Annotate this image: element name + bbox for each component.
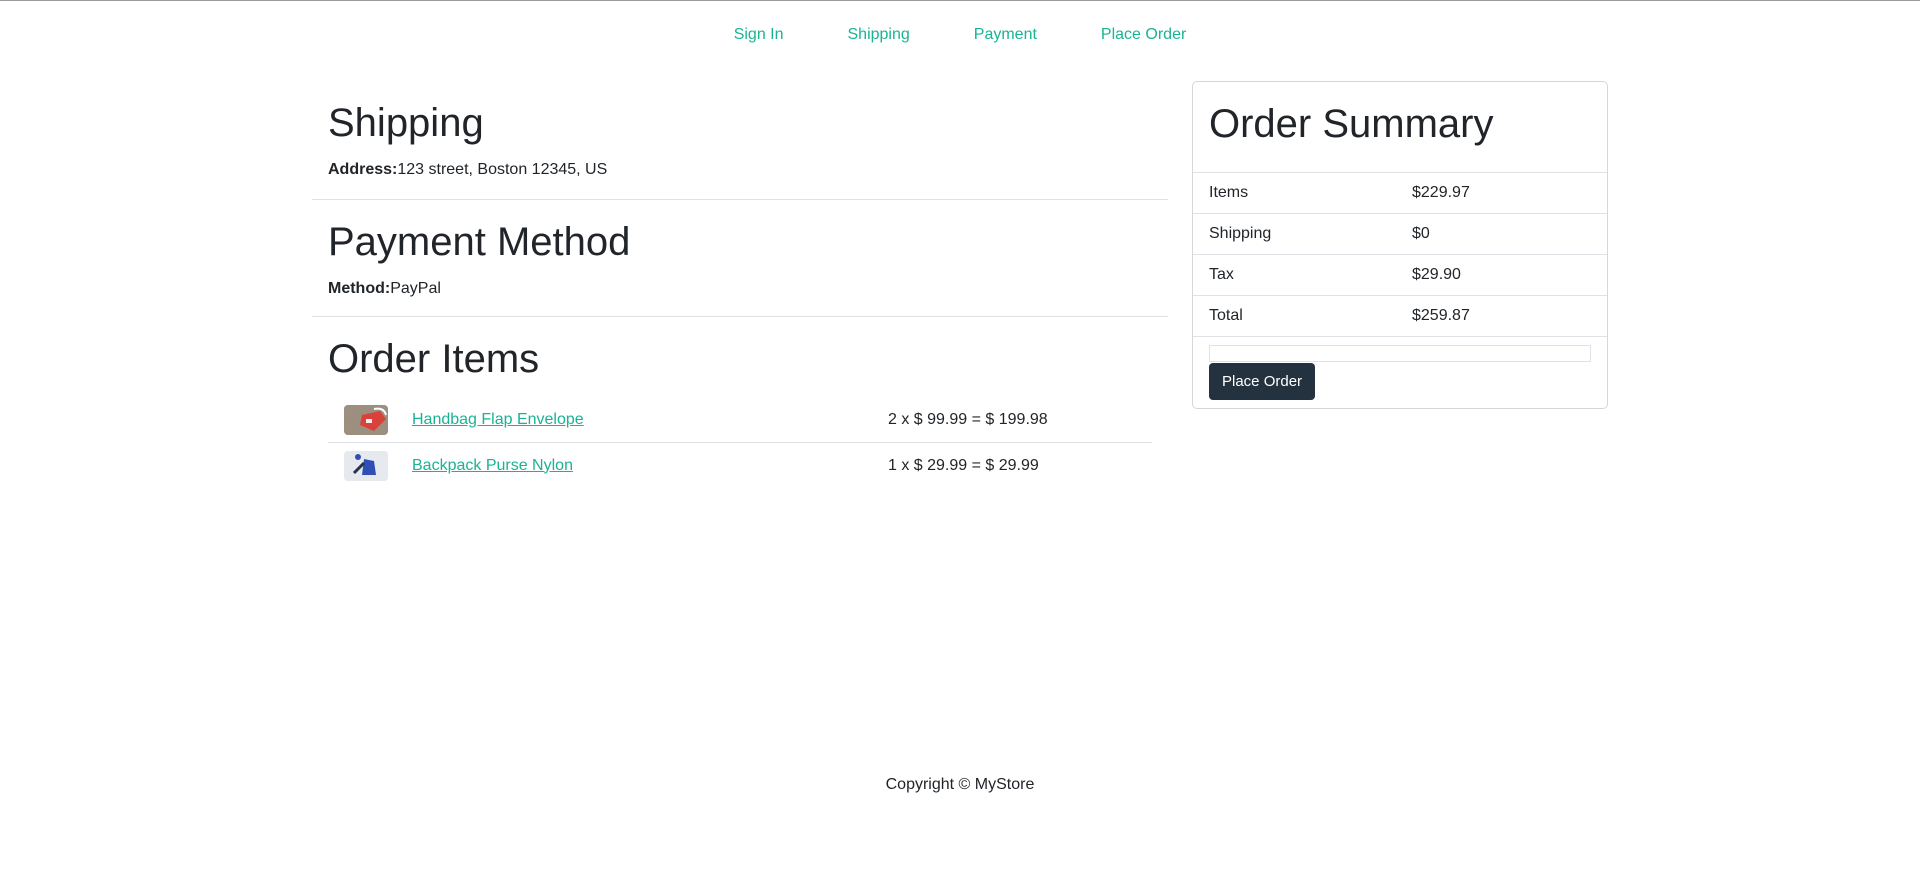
summary-label: Tax	[1209, 266, 1234, 283]
product-thumbnail	[344, 450, 388, 481]
summary-label: Items	[1209, 184, 1249, 201]
summary-value: $29.90	[1412, 266, 1461, 283]
place-order-button[interactable]: Place Order	[1209, 363, 1316, 400]
summary-row-shipping: Shipping $0	[1193, 213, 1607, 254]
address-value: 123 street, Boston 12345, US	[397, 161, 608, 178]
product-thumbnail	[344, 404, 388, 435]
address-label: Address:	[328, 161, 398, 178]
step-shipping[interactable]: Shipping	[848, 26, 910, 44]
order-items-section: Order Items	[312, 335, 1168, 383]
item-price-line: 1 x $ 29.99 = $ 29.99	[888, 456, 1039, 474]
order-summary-card: Order Summary Items $229.97 Shipping $0 …	[1192, 81, 1608, 409]
list-item: Handbag Flap Envelope 2 x $ 99.99 = $ 19…	[328, 397, 1152, 443]
summary-label: Shipping	[1209, 225, 1272, 242]
section-divider	[312, 316, 1168, 317]
top-border	[0, 0, 1920, 1]
section-divider	[312, 199, 1168, 200]
order-items-title: Order Items	[328, 337, 540, 381]
item-name-link[interactable]: Backpack Purse Nylon	[412, 457, 888, 475]
summary-label: Total	[1209, 307, 1243, 324]
summary-row-tax: Tax $29.90	[1193, 254, 1607, 295]
summary-value: $229.97	[1412, 184, 1470, 201]
step-place-order[interactable]: Place Order	[1101, 26, 1186, 44]
order-items-list: Handbag Flap Envelope 2 x $ 99.99 = $ 19…	[328, 397, 1152, 488]
item-price-line: 2 x $ 99.99 = $ 199.98	[888, 410, 1048, 428]
method-value: PayPal	[390, 280, 441, 297]
order-summary-title: Order Summary	[1209, 102, 1494, 146]
payment-title: Payment Method	[328, 220, 631, 264]
shipping-section: Shipping Address:123 street, Boston 1234…	[312, 99, 1168, 179]
error-message-box	[1209, 345, 1591, 362]
payment-method: Method:PayPal	[328, 280, 1152, 298]
summary-value: $0	[1412, 225, 1430, 242]
shipping-address: Address:123 street, Boston 12345, US	[328, 161, 1152, 179]
checkout-steps: Sign In Shipping Payment Place Order	[0, 26, 1920, 44]
footer: Copyright © MyStore	[0, 776, 1920, 794]
summary-row-items: Items $229.97	[1193, 172, 1607, 213]
summary-row-total: Total $259.87	[1193, 295, 1607, 336]
order-details: Shipping Address:123 street, Boston 1234…	[312, 81, 1168, 488]
item-name-link[interactable]: Handbag Flap Envelope	[412, 411, 888, 429]
payment-section: Payment Method Method:PayPal	[312, 218, 1168, 298]
backpack-image-icon	[344, 450, 388, 481]
handbag-image-icon	[344, 404, 388, 435]
step-payment[interactable]: Payment	[974, 26, 1037, 44]
step-sign-in[interactable]: Sign In	[734, 26, 784, 44]
shipping-title: Shipping	[328, 101, 484, 145]
copyright-text: Copyright © MyStore	[885, 776, 1035, 793]
list-item: Backpack Purse Nylon 1 x $ 29.99 = $ 29.…	[328, 443, 1152, 488]
summary-actions: Place Order	[1193, 336, 1607, 408]
method-label: Method:	[328, 280, 391, 297]
summary-value: $259.87	[1412, 307, 1470, 324]
